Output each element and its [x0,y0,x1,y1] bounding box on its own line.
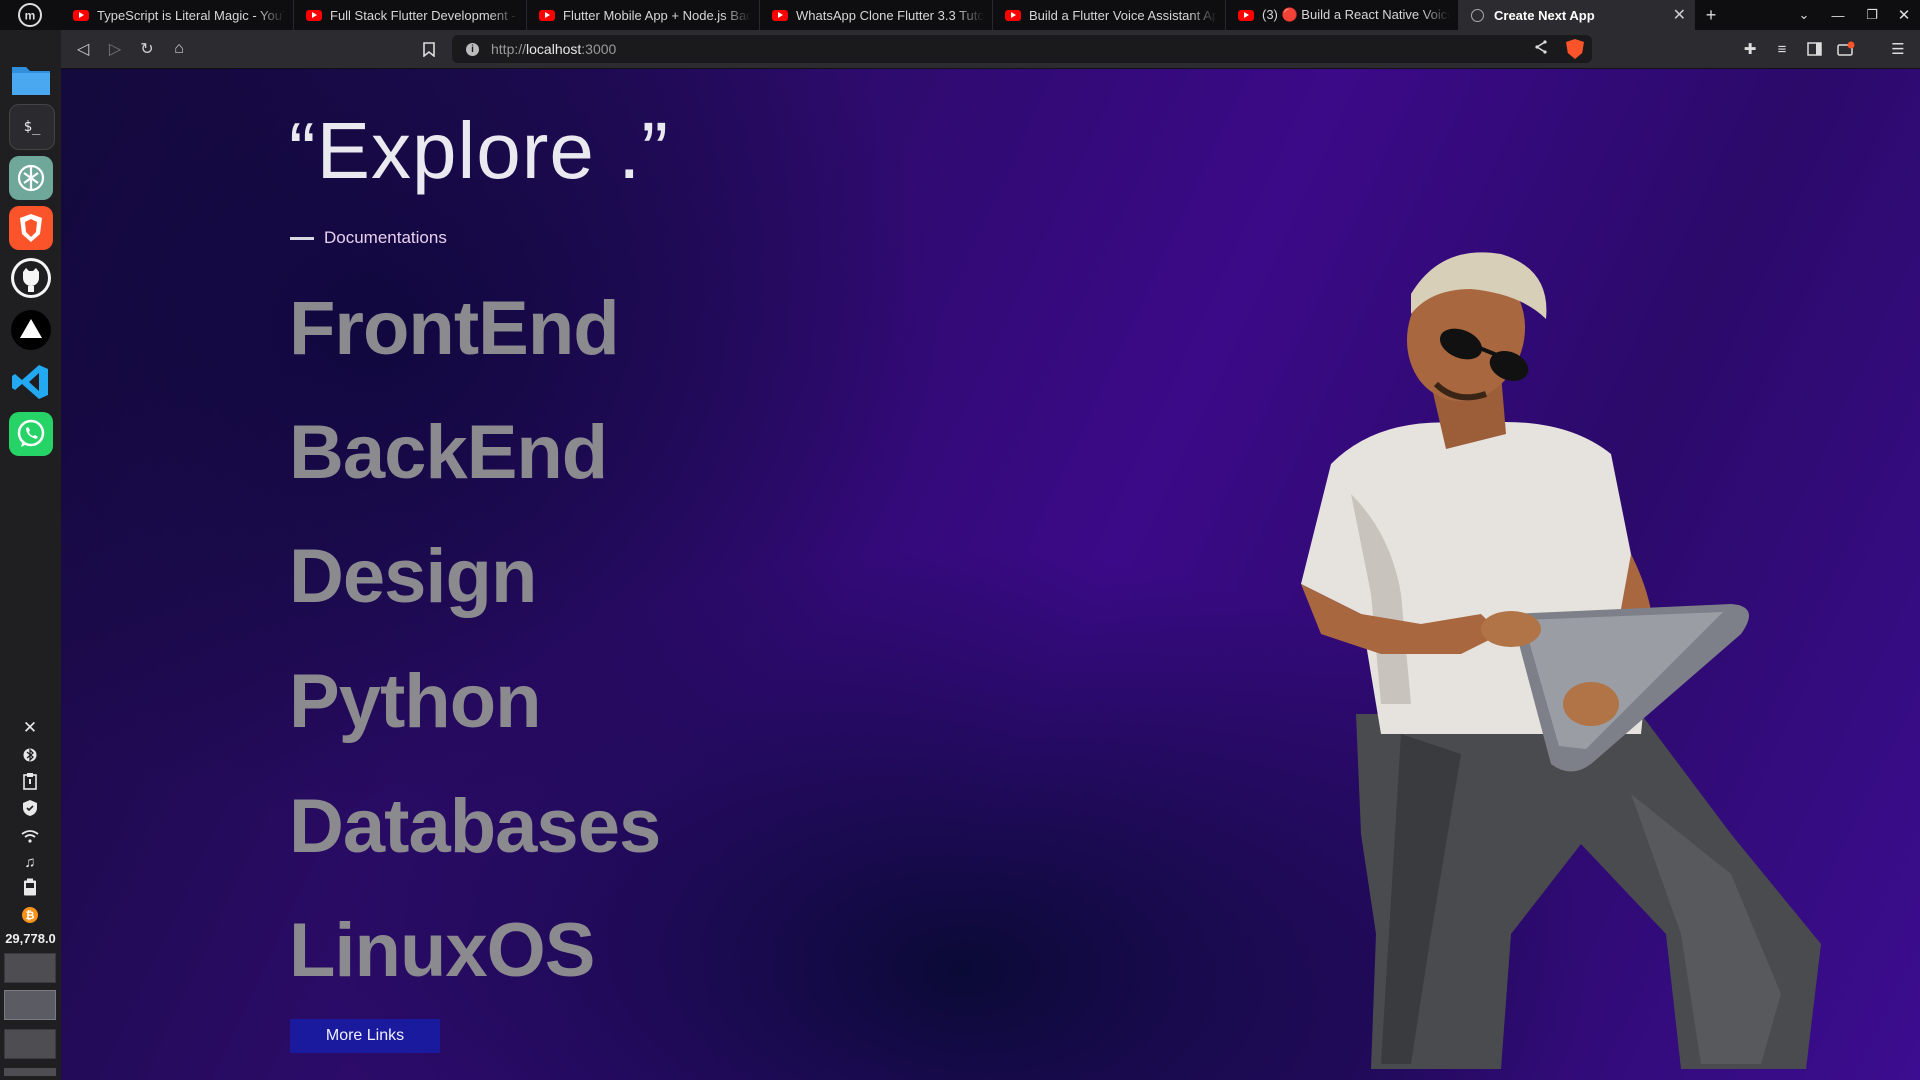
extensions-icon[interactable]: ✚ [1738,37,1762,61]
files-icon[interactable] [9,58,53,102]
forward-icon[interactable]: ▷ [103,37,127,61]
close-tab-icon[interactable]: ✕ [1673,5,1686,25]
tab-1[interactable]: TypeScript is Literal Magic - YouTube [61,0,294,30]
section-label: Documentations [290,228,447,248]
address-bar[interactable]: i http://localhost:3000 [452,35,1592,63]
site-info-icon[interactable]: i [466,42,479,56]
workspace-2[interactable] [4,990,56,1020]
reload-icon[interactable]: ↻ [135,37,159,61]
battery-icon[interactable] [20,877,40,897]
playlist-icon[interactable]: ≡ [1770,37,1794,61]
side-dock: m $_ ✕ ♫ ₿ 29,778.0 [0,0,61,1080]
share-icon[interactable] [1534,40,1548,57]
btc-price: 29,778.0 [5,931,56,946]
topic-link-design[interactable]: Design [289,533,537,620]
youtube-icon [1005,9,1021,21]
tab-2[interactable]: Full Stack Flutter Development - I [294,0,527,30]
chatgpt-icon[interactable] [9,156,53,200]
os-menu-icon[interactable]: m [14,0,46,30]
bookmark-icon[interactable] [417,37,441,61]
navigation-bar: ◁ ▷ ↻ ⌂ i http://localhost:3000 ✚ ≡ ☰ [61,30,1920,69]
back-icon[interactable]: ◁ [71,37,95,61]
topic-link-linuxos[interactable]: LinuxOS [289,907,595,994]
bluetooth-icon[interactable] [20,745,40,765]
workspace-3[interactable] [4,1029,56,1059]
tab-3[interactable]: Flutter Mobile App + Node.js Back [527,0,760,30]
music-icon[interactable]: ♫ [20,852,40,872]
more-links-button[interactable]: More Links [290,1019,440,1053]
brave-shields-icon[interactable] [1566,39,1584,59]
terminal-icon[interactable]: $_ [9,104,55,150]
shield-icon[interactable] [20,798,40,818]
clipboard-icon[interactable] [20,771,40,791]
dock-bottom-bar [4,1068,56,1076]
url-text: http://localhost:3000 [491,41,617,57]
topic-link-python[interactable]: Python [289,658,542,745]
youtube-icon [539,9,555,21]
sidebar-toggle-icon[interactable] [1802,37,1826,61]
bitcoin-icon: ₿ [20,905,40,925]
hero-person-image [1301,252,1821,1069]
tab-4[interactable]: WhatsApp Clone Flutter 3.3 Tutor [760,0,993,30]
wallet-icon[interactable] [1834,37,1858,61]
topic-link-backend[interactable]: BackEnd [289,409,608,496]
whatsapp-icon[interactable] [9,412,53,456]
youtube-icon [306,9,322,21]
youtube-icon [73,9,89,21]
workspace-1[interactable] [4,953,56,983]
menu-icon[interactable]: ☰ [1886,37,1910,61]
home-icon[interactable]: ⌂ [167,37,191,61]
svg-text:₿: ₿ [26,909,35,922]
vercel-icon[interactable] [9,308,53,352]
label-dash [290,236,314,240]
tab-list-chevron-icon[interactable]: ⌄ [1788,0,1820,30]
svg-text:m: m [25,9,36,23]
topic-link-frontend[interactable]: FrontEnd [289,285,620,372]
globe-icon [1471,8,1484,22]
tab-bar: TypeScript is Literal Magic - YouTube Fu… [61,0,1920,30]
restore-icon[interactable]: ❐ [1856,0,1888,30]
wifi-icon[interactable] [20,826,40,846]
tab-7-active[interactable]: Create Next App ✕ [1459,0,1695,30]
close-icon[interactable]: ✕ [20,718,40,738]
tab-5[interactable]: Build a Flutter Voice Assistant Ap [993,0,1226,30]
youtube-icon [772,9,788,21]
youtube-icon [1238,9,1254,21]
brave-icon[interactable] [9,206,53,250]
vscode-icon[interactable] [9,360,53,404]
tab-6[interactable]: (3) 🔴 Build a React Native Voice A [1226,0,1459,30]
new-tab-button[interactable]: + [1695,0,1727,30]
hero-title: “Explore .” [289,106,669,195]
page-content: “Explore .” Documentations FrontEnd Back… [61,69,1920,1080]
minimize-icon[interactable]: — [1820,0,1856,30]
topic-link-databases[interactable]: Databases [289,783,661,870]
github-icon[interactable] [9,256,53,300]
window-close-icon[interactable]: ✕ [1888,0,1920,30]
